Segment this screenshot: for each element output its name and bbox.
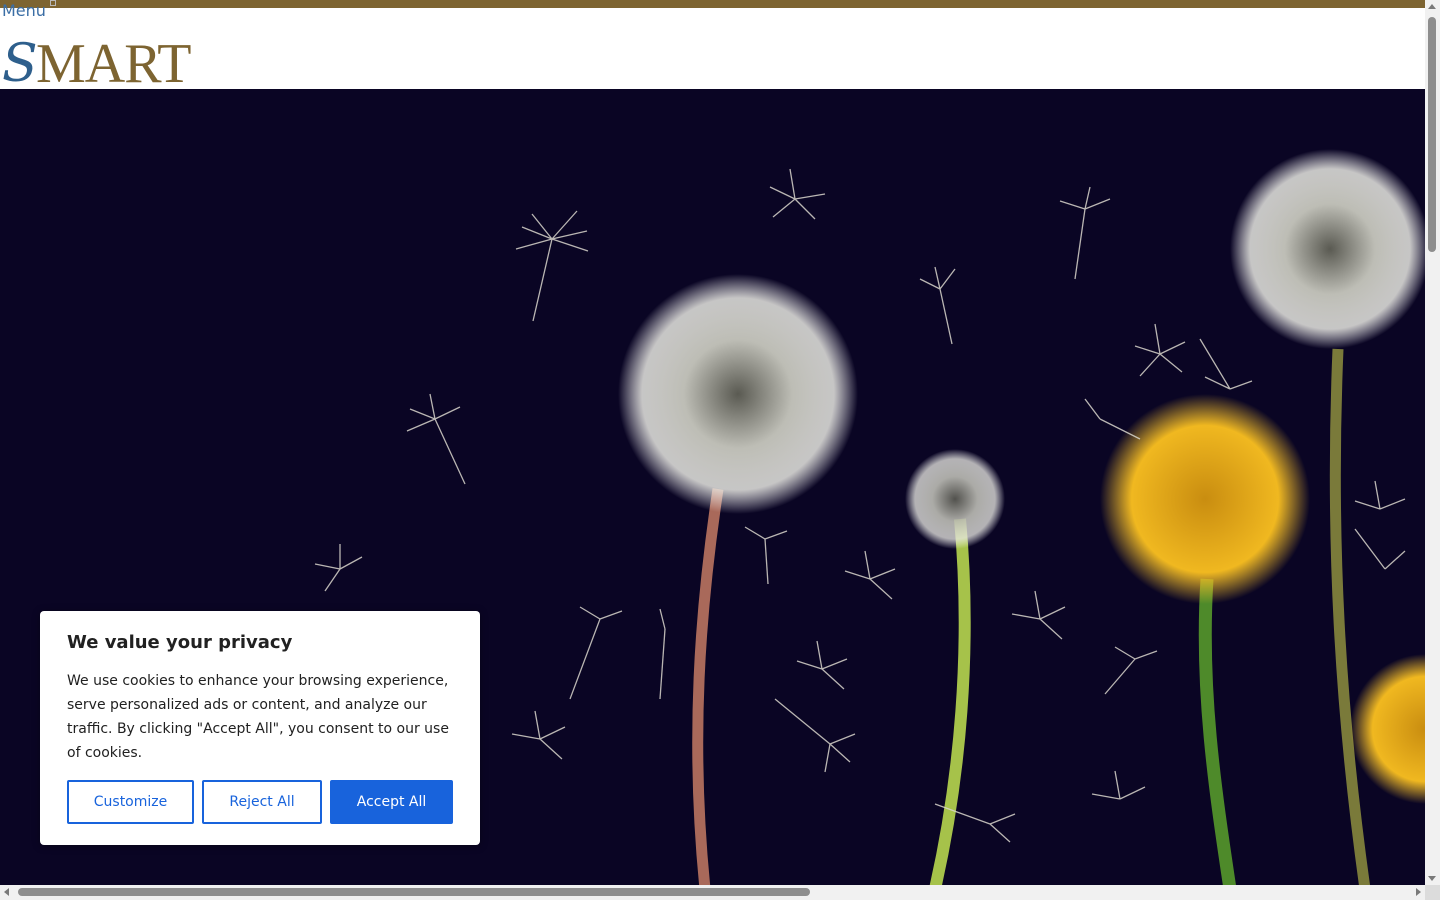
reject-all-button[interactable]: Reject All <box>202 780 322 824</box>
horizontal-scrollbar[interactable] <box>0 885 1425 900</box>
logo-initial: S <box>2 34 38 94</box>
scroll-up-arrow-icon[interactable] <box>1428 4 1436 9</box>
scroll-left-arrow-icon[interactable] <box>4 888 9 896</box>
customize-button[interactable]: Customize <box>67 780 194 824</box>
cookie-banner-title: We value your privacy <box>67 632 293 653</box>
smart-logo[interactable]: S MART <box>2 36 202 92</box>
menu-link[interactable]: Menu <box>2 2 56 20</box>
scroll-right-arrow-icon[interactable] <box>1416 888 1421 896</box>
cookie-banner-actions: Customize Reject All Accept All <box>67 780 453 824</box>
cookie-consent-banner: We value your privacy We use cookies to … <box>40 611 480 845</box>
cookie-banner-message: We use cookies to enhance your browsing … <box>67 673 449 761</box>
site-header: S MART <box>0 8 1425 92</box>
scrollbar-corner <box>1425 885 1440 900</box>
top-accent-bar <box>0 0 1425 8</box>
vertical-scrollbar[interactable] <box>1425 0 1440 885</box>
vertical-scrollbar-thumb[interactable] <box>1428 17 1436 252</box>
horizontal-scrollbar-thumb[interactable] <box>18 888 810 896</box>
logo-wordmark: MART <box>36 33 191 95</box>
accept-all-button[interactable]: Accept All <box>330 780 453 824</box>
scroll-down-arrow-icon[interactable] <box>1428 876 1436 881</box>
